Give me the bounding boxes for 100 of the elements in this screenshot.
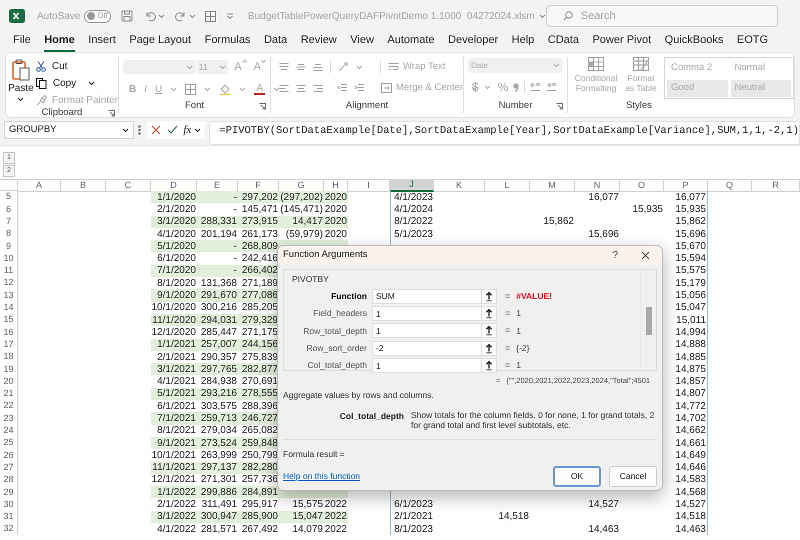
table-cell: 297,137: [197, 462, 238, 474]
table-cell: 15,696: [664, 228, 708, 240]
table-cell: 4/1/2024: [390, 203, 434, 216]
column-header[interactable]: K: [434, 180, 485, 192]
group-label: Alignment: [346, 99, 388, 114]
cut-button[interactable]: Cut: [36, 60, 118, 73]
argument-input[interactable]: -2: [372, 340, 482, 356]
dialog-launcher-icon[interactable]: [108, 110, 115, 117]
menu-tab[interactable]: Data: [264, 32, 288, 52]
table-cell: -: [197, 191, 238, 204]
more-options-icon: [138, 125, 142, 135]
column-header[interactable]: J: [390, 180, 434, 192]
menu-tab[interactable]: CData: [548, 32, 579, 52]
caret-icon: [356, 64, 363, 70]
column-header[interactable]: Q: [708, 180, 752, 192]
insert-function-button[interactable]: fx: [183, 122, 192, 138]
conditional-formatting-icon: [588, 57, 604, 71]
scrollbar-thumb[interactable]: [646, 307, 652, 335]
menu-tab[interactable]: Formulas: [204, 32, 250, 52]
column-header[interactable]: O: [620, 180, 664, 192]
column-header[interactable]: R: [752, 180, 800, 192]
table-cell: 11/1/2020: [151, 314, 197, 326]
menu-tab[interactable]: Insert: [88, 32, 116, 52]
menu-tab[interactable]: QuickBooks: [664, 32, 724, 52]
paintbrush-icon: [36, 95, 47, 106]
formula-input[interactable]: =PIVOTBY(SortDataExample[Date],SortDataExample[Year],SortDataExample[Variance],SUM,1,1,-2,1): [209, 121, 800, 145]
table-cell: 3/1/2020: [151, 216, 197, 228]
column-header[interactable]: L: [485, 180, 530, 192]
table-cell: 297,202: [238, 191, 279, 204]
table-cell: 14,702: [664, 412, 708, 425]
help-button[interactable]: ?: [608, 248, 622, 263]
menu-tab[interactable]: Help: [512, 32, 534, 52]
table-cell: 8/1/2023: [390, 523, 434, 536]
copy-button[interactable]: Copy: [36, 77, 118, 90]
caret-icon: [553, 63, 560, 68]
menu-tab[interactable]: File: [13, 32, 31, 52]
name-box[interactable]: GROUPBY: [4, 121, 134, 139]
caret-icon: [188, 14, 196, 18]
table-cell: (145,471): [279, 203, 324, 216]
table-cell-text: 15,862: [542, 216, 575, 228]
column-header[interactable]: B: [61, 180, 106, 192]
menu-tab[interactable]: EOTG: [736, 32, 768, 52]
column-header[interactable]: P: [664, 180, 708, 192]
caret-icon: [538, 14, 546, 18]
column-header[interactable]: A: [18, 180, 61, 192]
argument-input[interactable]: 1: [372, 323, 482, 338]
table-cell: 11/1/2021: [151, 462, 197, 474]
caret-icon: [219, 64, 226, 70]
spreadsheet-logo-icon: [9, 8, 25, 24]
enter-check-icon[interactable]: [167, 125, 178, 135]
close-icon[interactable]: [641, 251, 650, 260]
argument-input[interactable]: 1: [372, 358, 482, 374]
argument-input[interactable]: SUM: [372, 288, 482, 304]
table-cell: 5/1/2021: [151, 388, 197, 400]
undo-icon[interactable]: [144, 10, 156, 22]
menu-tab[interactable]: Page Layout: [129, 32, 192, 52]
search-box[interactable]: Search: [546, 5, 778, 27]
column-header[interactable]: C: [106, 180, 151, 192]
table-cell-text: 14,518: [497, 510, 530, 524]
table-cell: 7/1/2020: [151, 264, 197, 278]
column-header[interactable]: M: [530, 180, 575, 192]
help-link[interactable]: Help on this function: [283, 470, 360, 483]
table-cell: 2020: [324, 191, 348, 204]
merge-cells-icon: [381, 83, 392, 94]
dialog-button[interactable]: Cancel: [609, 466, 657, 487]
group-label: Styles: [626, 99, 652, 114]
dialog-button[interactable]: OK: [553, 466, 601, 487]
menu-tab[interactable]: Review: [300, 32, 337, 52]
table-cell: 268,809: [238, 240, 279, 252]
table-cell: 1/1/2022: [151, 486, 197, 498]
menu-tab[interactable]: View: [350, 32, 374, 52]
menu-tab[interactable]: Automate: [387, 32, 435, 52]
redo-icon[interactable]: [174, 10, 187, 22]
menu-tab[interactable]: Developer: [448, 32, 498, 52]
table-cell: 2020: [324, 228, 348, 240]
table-cell: 9/1/2021: [151, 436, 197, 450]
cancel-icon[interactable]: [151, 125, 162, 135]
table-cell: 291,670: [197, 289, 238, 302]
argument-input[interactable]: 1: [372, 306, 482, 322]
save-icon[interactable]: [120, 10, 133, 22]
function-name: PIVOTBY: [291, 273, 330, 286]
table-cell: 294,031: [197, 314, 238, 326]
paste-button[interactable]: Paste: [6, 57, 36, 107]
table-cell: 3/1/2021: [151, 363, 197, 376]
table-cell: 9/1/2020: [151, 289, 197, 302]
table-cell: 277,086: [238, 289, 279, 302]
table-cell-text: 14,463: [587, 523, 620, 536]
menu-tab[interactable]: Power Pivot: [592, 32, 652, 52]
customize-caret-icon[interactable]: [226, 13, 234, 19]
table-cell: 5/1/2020: [151, 240, 197, 252]
search-field[interactable]: Search: [580, 8, 761, 24]
table-cell: 15,179: [664, 277, 708, 290]
table-cell: 288,396: [238, 400, 279, 412]
caret-icon: [204, 86, 212, 92]
table-cell: 131,368: [197, 277, 238, 290]
caret-icon: [158, 14, 165, 18]
form-icon[interactable]: [204, 10, 216, 22]
table-cell: 2022: [324, 523, 348, 536]
table-cell: 8/1/2022: [390, 216, 434, 228]
column-header[interactable]: N: [575, 180, 620, 192]
